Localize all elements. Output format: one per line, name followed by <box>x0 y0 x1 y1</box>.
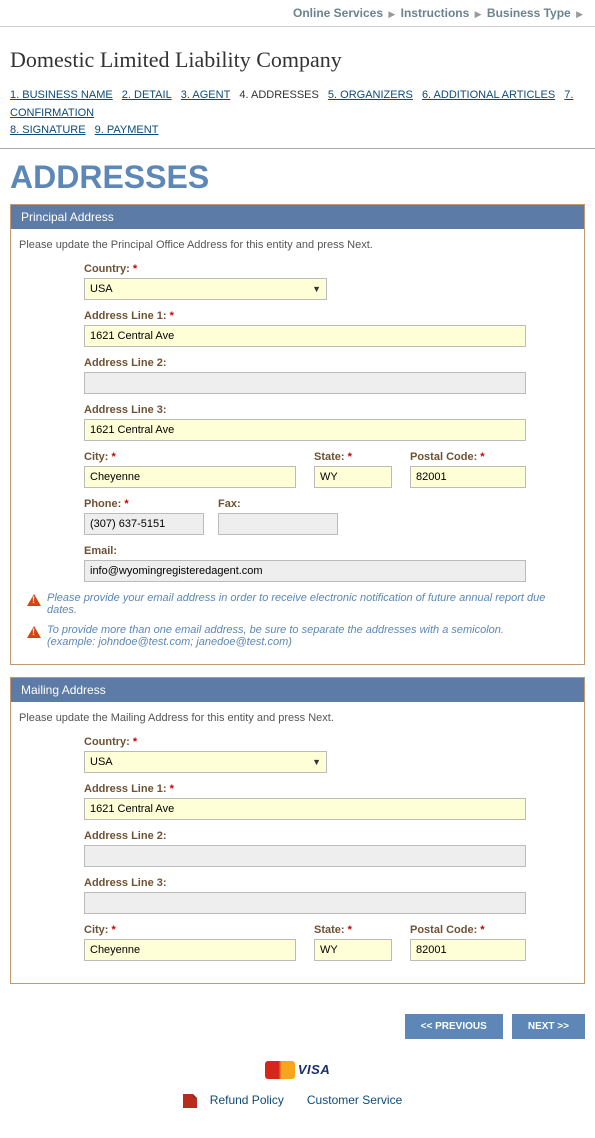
chevron-right-icon: ▶ <box>473 9 484 19</box>
fax-input[interactable] <box>218 513 338 535</box>
step-organizers[interactable]: 5. ORGANIZERS <box>328 89 419 101</box>
m-state-input[interactable] <box>314 939 392 961</box>
phone-label: Phone: * <box>84 498 204 510</box>
m-country-label: Country: * <box>84 736 526 748</box>
topnav-business-type[interactable]: Business Type <box>487 6 571 20</box>
nav-buttons: << PREVIOUS NEXT >> <box>10 1014 585 1039</box>
addr1-input[interactable] <box>84 325 526 347</box>
topnav-instructions[interactable]: Instructions <box>401 6 470 20</box>
m-postal-label: Postal Code: * <box>410 924 526 936</box>
warning-icon <box>27 594 41 606</box>
country-label: Country: * <box>84 263 526 275</box>
visa-icon: VISA <box>298 1062 330 1077</box>
topnav-online-services[interactable]: Online Services <box>293 6 383 20</box>
footer: VISA Refund Policy Customer Service <box>0 1049 595 1138</box>
phone-input[interactable] <box>84 513 204 535</box>
principal-address-section: Principal Address Please update the Prin… <box>10 204 585 665</box>
next-button[interactable]: NEXT >> <box>512 1014 585 1039</box>
m-addr3-input[interactable] <box>84 892 526 914</box>
state-input[interactable] <box>314 466 392 488</box>
step-additional-articles[interactable]: 6. ADDITIONAL ARTICLES <box>422 89 561 101</box>
state-label: State: * <box>314 451 392 463</box>
m-addr3-label: Address Line 3: <box>84 877 526 889</box>
warning-icon <box>27 626 41 638</box>
fax-label: Fax: <box>218 498 338 510</box>
page-title: ADDRESSES <box>10 159 585 196</box>
country-select[interactable]: USA <box>84 278 327 300</box>
postal-label: Postal Code: * <box>410 451 526 463</box>
email-input[interactable] <box>84 560 526 582</box>
step-business-name[interactable]: 1. BUSINESS NAME <box>10 89 119 101</box>
customer-service-link[interactable]: Customer Service <box>297 1093 412 1107</box>
step-signature[interactable]: 8. SIGNATURE <box>10 124 92 136</box>
pdf-icon <box>183 1094 197 1108</box>
mastercard-icon <box>265 1061 295 1079</box>
chevron-right-icon: ▶ <box>574 9 585 19</box>
city-label: City: * <box>84 451 296 463</box>
email-label: Email: <box>84 545 526 557</box>
m-country-select[interactable]: USA <box>84 751 327 773</box>
header: Domestic Limited Liability Company 1. BU… <box>0 27 595 149</box>
addr2-label: Address Line 2: <box>84 357 526 369</box>
m-city-input[interactable] <box>84 939 296 961</box>
principal-address-header: Principal Address <box>11 205 584 229</box>
m-addr1-input[interactable] <box>84 798 526 820</box>
m-addr2-input[interactable] <box>84 845 526 867</box>
step-agent[interactable]: 3. AGENT <box>181 89 237 101</box>
wizard-steps: 1. BUSINESS NAME 2. DETAIL 3. AGENT 4. A… <box>10 87 585 140</box>
m-addr1-label: Address Line 1: * <box>84 783 526 795</box>
addr1-label: Address Line 1: * <box>84 310 526 322</box>
top-nav: Online Services ▶ Instructions ▶ Busines… <box>0 0 595 27</box>
company-title: Domestic Limited Liability Company <box>10 47 585 73</box>
m-city-label: City: * <box>84 924 296 936</box>
chevron-right-icon: ▶ <box>386 9 397 19</box>
refund-policy-link[interactable]: Refund Policy <box>200 1093 294 1107</box>
postal-input[interactable] <box>410 466 526 488</box>
addr2-input[interactable] <box>84 372 526 394</box>
step-addresses-current: 4. ADDRESSES <box>239 89 324 101</box>
m-state-label: State: * <box>314 924 392 936</box>
previous-button[interactable]: << PREVIOUS <box>405 1014 503 1039</box>
addr3-input[interactable] <box>84 419 526 441</box>
step-detail[interactable]: 2. DETAIL <box>122 89 178 101</box>
m-addr2-label: Address Line 2: <box>84 830 526 842</box>
m-postal-input[interactable] <box>410 939 526 961</box>
step-payment[interactable]: 9. PAYMENT <box>95 124 165 136</box>
principal-instructions: Please update the Principal Office Addre… <box>19 239 576 251</box>
city-input[interactable] <box>84 466 296 488</box>
addr3-label: Address Line 3: <box>84 404 526 416</box>
warning-multi-email: To provide more than one email address, … <box>27 624 568 648</box>
mailing-address-section: Mailing Address Please update the Mailin… <box>10 677 585 984</box>
mailing-instructions: Please update the Mailing Address for th… <box>19 712 576 724</box>
mailing-address-header: Mailing Address <box>11 678 584 702</box>
warning-email-notify: Please provide your email address in ord… <box>27 592 568 616</box>
